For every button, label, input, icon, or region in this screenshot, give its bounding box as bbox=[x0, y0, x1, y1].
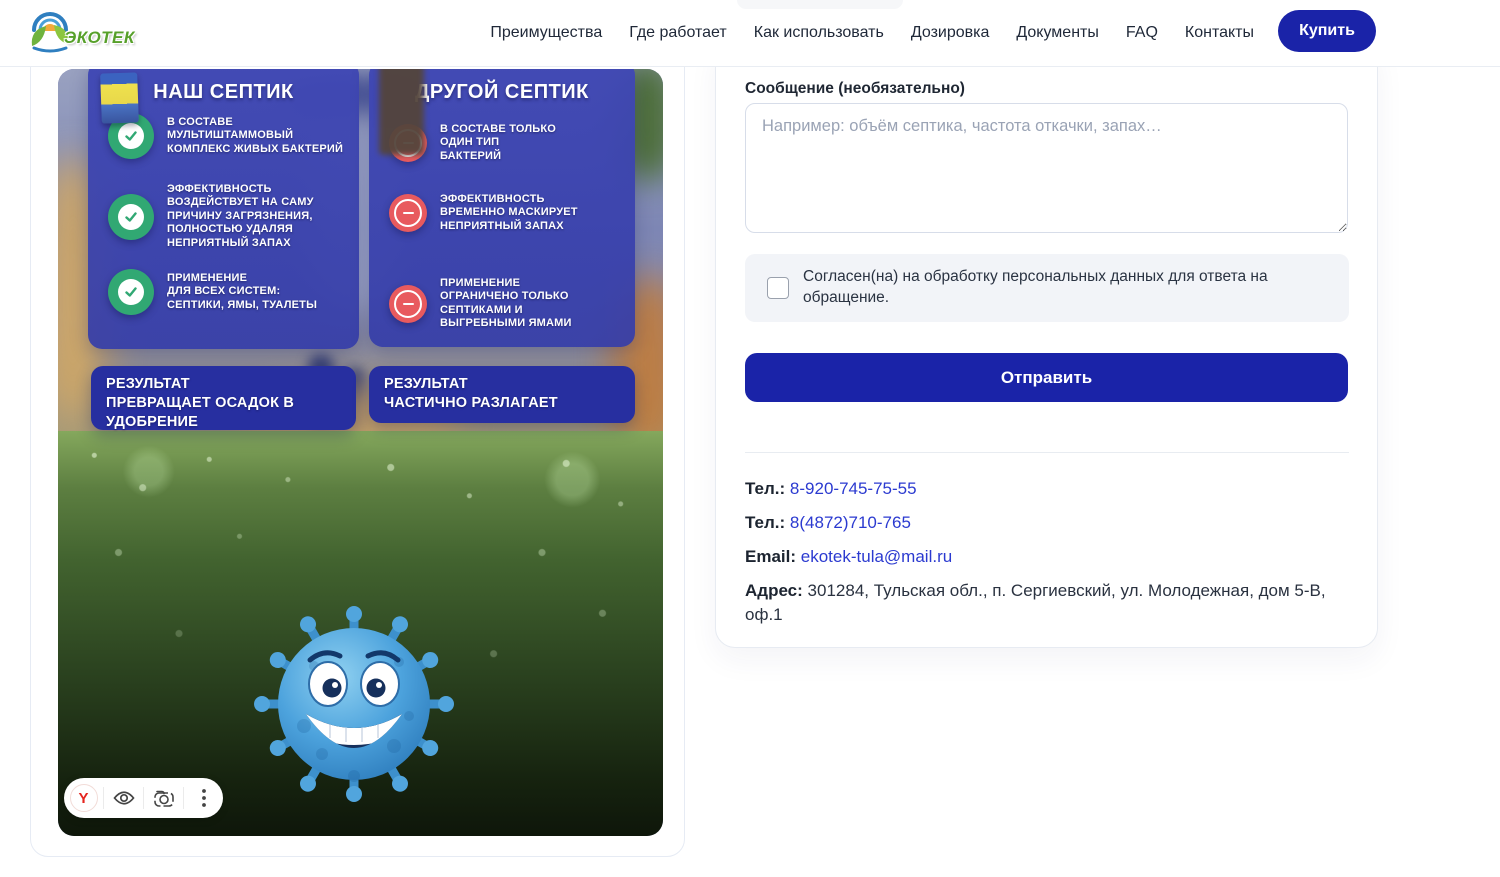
phone-row-2: Тел.: 8(4872)710-765 bbox=[745, 511, 1349, 535]
contact-form-card: Сообщение (необязательно) Согласен(на) н… bbox=[715, 40, 1378, 648]
check-badge-icon bbox=[108, 269, 154, 315]
nav-item-documents[interactable]: Документы bbox=[1016, 24, 1098, 42]
camera-search-icon[interactable] bbox=[149, 783, 179, 813]
divider bbox=[745, 452, 1349, 453]
message-label: Сообщение (необязательно) bbox=[745, 80, 965, 98]
logo[interactable]: ЭКОТЕК bbox=[24, 8, 135, 54]
address-value: 301284, Тульская обл., п. Сергиевский, у… bbox=[745, 581, 1326, 624]
submit-button[interactable]: Отправить bbox=[745, 353, 1348, 402]
message-textarea[interactable] bbox=[745, 103, 1348, 233]
other-septic-result: РЕЗУЛЬТАТ ЧАСТИЧНО РАЗЛАГАЕТ bbox=[369, 366, 635, 423]
consent-checkbox[interactable] bbox=[767, 277, 789, 299]
phone-row-1: Тел.: 8-920-745-75-55 bbox=[745, 477, 1349, 501]
photo-foreground-object bbox=[379, 69, 424, 155]
phone-link-2[interactable]: 8(4872)710-765 bbox=[790, 513, 911, 532]
consent-text: Согласен(на) на обработку персональных д… bbox=[803, 267, 1283, 309]
product-package-image bbox=[100, 72, 139, 123]
image-overlay-toolbar: Y bbox=[64, 778, 223, 818]
yandex-icon[interactable]: Y bbox=[69, 783, 99, 813]
check-badge-icon bbox=[108, 194, 154, 240]
email-link[interactable]: ekotek-tula@mail.ru bbox=[801, 547, 952, 566]
comparison-image-card: НАШ СЕПТИК В СОСТАВЕ МУЛЬТИШТАММОВЫЙ КОМ… bbox=[30, 40, 685, 857]
nav-item-where-works[interactable]: Где работает bbox=[629, 24, 727, 42]
nav-item-how-to-use[interactable]: Как использовать bbox=[754, 24, 884, 42]
address-row: Адрес: 301284, Тульская обл., п. Сергиев… bbox=[745, 579, 1349, 627]
top-navigation-bar: ЭКОТЕК Преимущества Где работает Как исп… bbox=[0, 0, 1500, 67]
consent-box: Согласен(на) на обработку персональных д… bbox=[745, 254, 1349, 322]
bacteria-mascot-image bbox=[254, 596, 454, 806]
minus-badge-icon bbox=[389, 194, 427, 232]
nav-item-advantages[interactable]: Преимущества bbox=[490, 24, 602, 42]
email-row: Email: ekotek-tula@mail.ru bbox=[745, 545, 1349, 569]
other-septic-item-3: ПРИМЕНЕНИЕ ОГРАНИЧЕНО ТОЛЬКО СЕПТИКАМИ И… bbox=[369, 277, 572, 331]
eye-icon[interactable] bbox=[109, 783, 139, 813]
phone-link-1[interactable]: 8-920-745-75-55 bbox=[790, 479, 917, 498]
nav-item-faq[interactable]: FAQ bbox=[1126, 24, 1158, 42]
nav-item-contacts[interactable]: Контакты bbox=[1185, 24, 1254, 42]
our-septic-result: РЕЗУЛЬТАТ ПРЕВРАЩАЕТ ОСАДОК В УДОБРЕНИЕ bbox=[91, 366, 356, 430]
buy-button[interactable]: Купить bbox=[1278, 10, 1376, 52]
more-dots-icon[interactable] bbox=[189, 783, 219, 813]
main-nav: Преимущества Где работает Как использова… bbox=[490, 0, 1254, 66]
our-septic-item-3: ПРИМЕНЕНИЕ ДЛЯ ВСЕХ СИСТЕМ: СЕПТИКИ, ЯМЫ… bbox=[88, 269, 317, 315]
our-septic-item-2: ЭФФЕКТИВНОСТЬ ВОЗДЕЙСТВУЕТ НА САМУ ПРИЧИ… bbox=[88, 183, 314, 250]
minus-badge-icon bbox=[389, 285, 427, 323]
septic-comparison-image: НАШ СЕПТИК В СОСТАВЕ МУЛЬТИШТАММОВЫЙ КОМ… bbox=[58, 69, 663, 836]
nav-item-dosage[interactable]: Дозировка bbox=[911, 24, 990, 42]
logo-text: ЭКОТЕК bbox=[64, 28, 135, 48]
other-septic-item-2: ЭФФЕКТИВНОСТЬ ВРЕМЕННО МАСКИРУЕТ НЕПРИЯТ… bbox=[369, 193, 578, 233]
